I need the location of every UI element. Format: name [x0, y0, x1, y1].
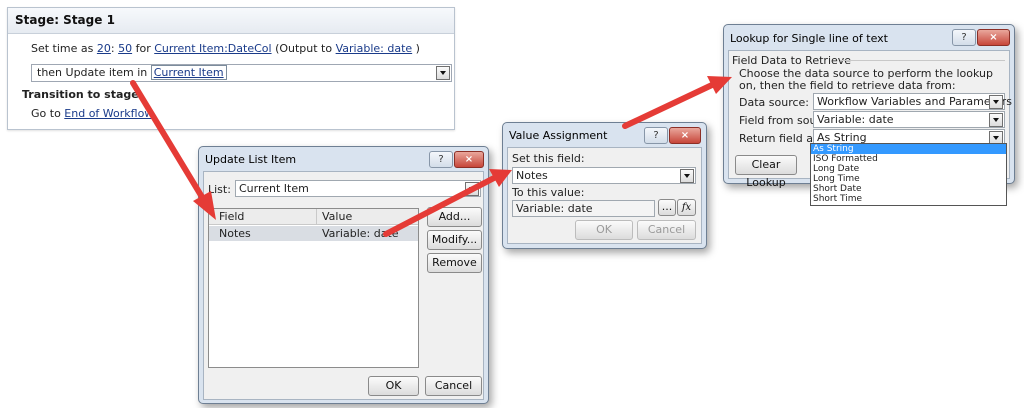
annotation-arrows: [130, 76, 732, 237]
arrow-value-to-lookup: [622, 76, 732, 129]
arrow-row-to-value: [383, 169, 512, 237]
arrow-stage-to-update: [130, 80, 216, 220]
